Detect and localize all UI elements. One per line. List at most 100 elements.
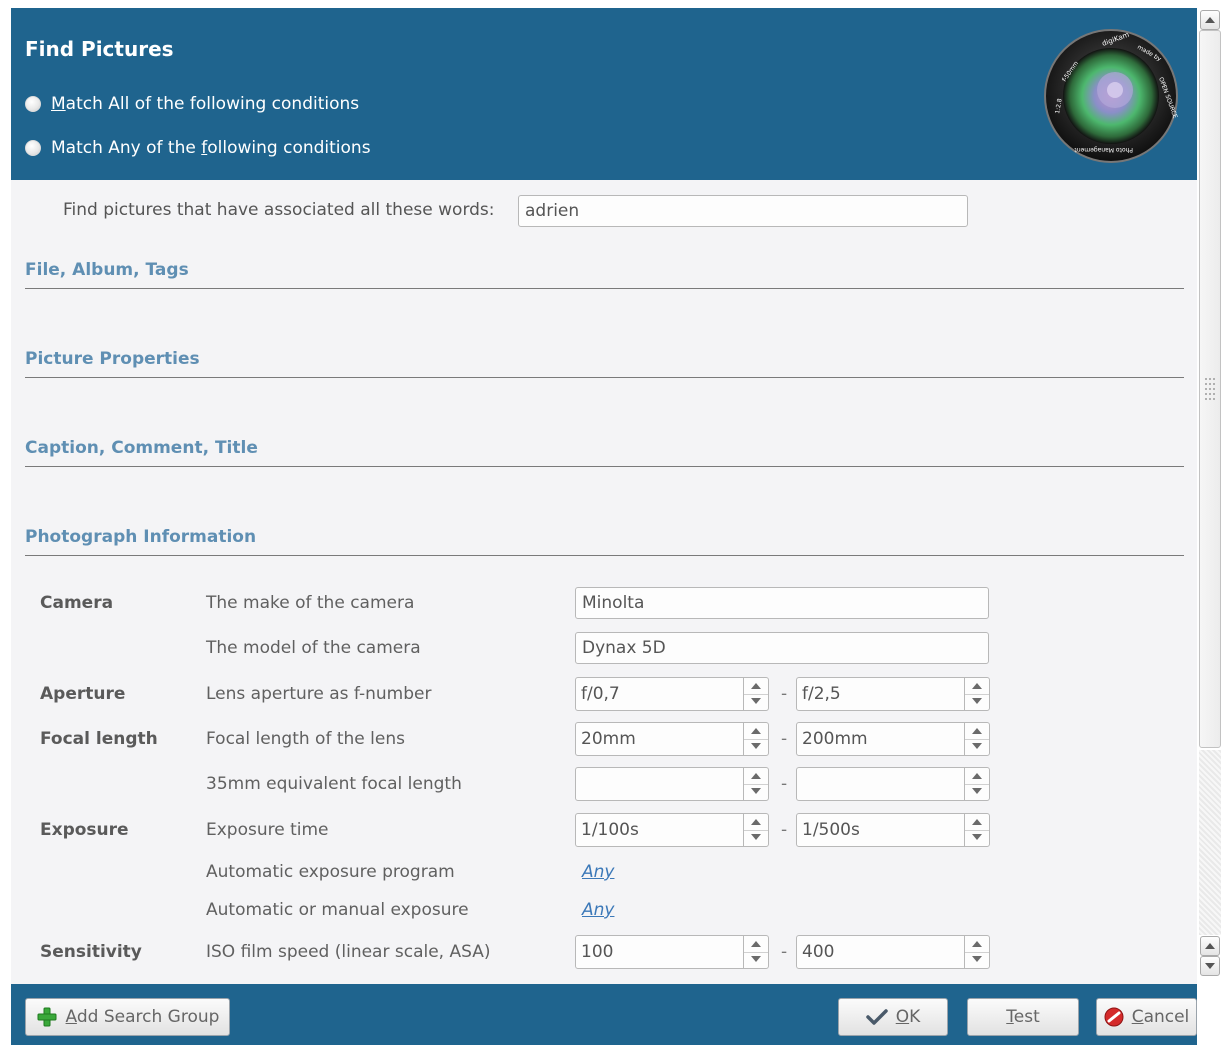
spinbox-value[interactable]: f/0,7 (581, 684, 620, 704)
spin-up-button[interactable] (965, 723, 989, 740)
focal35-to-spinbox[interactable] (796, 767, 990, 801)
iso-from-spinbox[interactable]: 100 (575, 935, 769, 969)
arrow-up-icon (972, 819, 982, 825)
section-photograph-information[interactable]: Photograph Information (25, 527, 256, 547)
scroll-up-button[interactable] (1200, 10, 1220, 30)
spinbox-value[interactable]: 400 (802, 942, 834, 962)
spin-up-button[interactable] (965, 936, 989, 953)
iso-to-spinbox[interactable]: 400 (796, 935, 990, 969)
camera-make-input[interactable] (575, 587, 989, 619)
aperture-label: Lens aperture as f-number (206, 684, 432, 704)
spin-down-button[interactable] (744, 784, 768, 800)
cancel-icon (1104, 1007, 1124, 1027)
exposure-program-any-link[interactable]: Any (582, 862, 614, 882)
section-divider (25, 377, 1184, 378)
scroll-up-button-lower[interactable] (1200, 936, 1220, 956)
exposure-from-spinbox[interactable]: 1/100s (575, 813, 769, 847)
dialog-title: Find Pictures (25, 37, 174, 61)
focal-to-spinbox[interactable]: 200mm (796, 722, 990, 756)
vertical-scrollbar[interactable] (1197, 8, 1223, 977)
arrow-down-icon (751, 956, 761, 962)
spinbox-value[interactable]: 100 (581, 942, 613, 962)
section-picture-properties[interactable]: Picture Properties (25, 349, 200, 369)
spin-down-button[interactable] (965, 952, 989, 968)
exposure-time-label: Exposure time (206, 820, 329, 840)
radio-indicator[interactable] (25, 96, 41, 112)
aperture-heading: Aperture (40, 684, 126, 704)
arrow-down-icon (972, 956, 982, 962)
focal-length-label: Focal length of the lens (206, 729, 405, 749)
spin-down-button[interactable] (744, 830, 768, 846)
spinbox-buttons (743, 768, 768, 800)
arrow-down-icon (751, 834, 761, 840)
spin-up-button[interactable] (744, 936, 768, 953)
spin-down-button[interactable] (965, 784, 989, 800)
spinbox-buttons (743, 723, 768, 755)
section-caption-comment-title[interactable]: Caption, Comment, Title (25, 438, 258, 458)
spin-up-button[interactable] (744, 678, 768, 695)
spin-down-button[interactable] (744, 739, 768, 755)
cancel-button[interactable]: Cancel (1096, 998, 1197, 1036)
radio-indicator[interactable] (25, 140, 41, 156)
spinbox-buttons (964, 768, 989, 800)
spinbox-value[interactable]: 1/100s (581, 820, 639, 840)
match-any-label: Match Any of the following conditions (51, 138, 371, 158)
aperture-from-spinbox[interactable]: f/0,7 (575, 677, 769, 711)
focal-from-spinbox[interactable]: 20mm (575, 722, 769, 756)
arrow-up-icon (972, 773, 982, 779)
arrow-down-icon (751, 743, 761, 749)
arrow-up-icon (751, 683, 761, 689)
scrollbar-track[interactable] (1199, 750, 1221, 935)
dialog-header: Find Pictures Match All of the following… (11, 8, 1197, 180)
spin-down-button[interactable] (965, 739, 989, 755)
arrow-up-icon (751, 728, 761, 734)
spinbox-value[interactable]: f/2,5 (802, 684, 841, 704)
test-label: Test (1006, 1007, 1040, 1027)
arrow-up-icon (1205, 943, 1215, 949)
range-separator: - (781, 684, 788, 704)
scrollbar-thumb[interactable] (1199, 30, 1221, 748)
range-separator: - (781, 820, 788, 840)
arrow-up-icon (972, 941, 982, 947)
camera-heading: Camera (40, 593, 114, 613)
spin-up-button[interactable] (744, 723, 768, 740)
add-search-group-button[interactable]: Add Search Group (25, 998, 230, 1036)
match-all-label: Match All of the following conditions (51, 94, 360, 114)
spin-up-button[interactable] (744, 814, 768, 831)
spinbox-buttons (964, 814, 989, 846)
spinbox-value[interactable]: 1/500s (802, 820, 860, 840)
test-button[interactable]: Test (967, 998, 1079, 1036)
spinbox-value[interactable]: 20mm (581, 729, 636, 749)
arrow-down-icon (972, 788, 982, 794)
exposure-to-spinbox[interactable]: 1/500s (796, 813, 990, 847)
keywords-input[interactable] (518, 195, 968, 227)
section-divider (25, 466, 1184, 467)
spin-down-button[interactable] (965, 694, 989, 710)
spin-up-button[interactable] (965, 678, 989, 695)
arrow-down-icon (972, 698, 982, 704)
camera-model-input[interactable] (575, 632, 989, 664)
ok-button[interactable]: OK (838, 998, 948, 1036)
spin-down-button[interactable] (965, 830, 989, 846)
arrow-down-icon (751, 788, 761, 794)
camera-make-label: The make of the camera (206, 593, 415, 613)
spin-up-button[interactable] (744, 768, 768, 785)
section-file-album-tags[interactable]: File, Album, Tags (25, 260, 189, 280)
spinbox-buttons (964, 678, 989, 710)
spin-up-button[interactable] (965, 814, 989, 831)
check-icon (865, 1009, 888, 1025)
arrow-up-icon (972, 728, 982, 734)
spinbox-value[interactable]: 200mm (802, 729, 868, 749)
iso-label: ISO film speed (linear scale, ASA) (206, 942, 491, 962)
find-pictures-dialog: Find Pictures Match All of the following… (11, 8, 1197, 1045)
keywords-label: Find pictures that have associated all t… (63, 200, 495, 220)
match-any-radio[interactable]: Match Any of the following conditions (25, 138, 371, 158)
scroll-down-button[interactable] (1200, 956, 1220, 976)
spin-down-button[interactable] (744, 952, 768, 968)
match-all-radio[interactable]: Match All of the following conditions (25, 94, 359, 114)
spin-up-button[interactable] (965, 768, 989, 785)
spin-down-button[interactable] (744, 694, 768, 710)
focal35-from-spinbox[interactable] (575, 767, 769, 801)
aperture-to-spinbox[interactable]: f/2,5 (796, 677, 990, 711)
exposure-mode-any-link[interactable]: Any (582, 900, 614, 920)
